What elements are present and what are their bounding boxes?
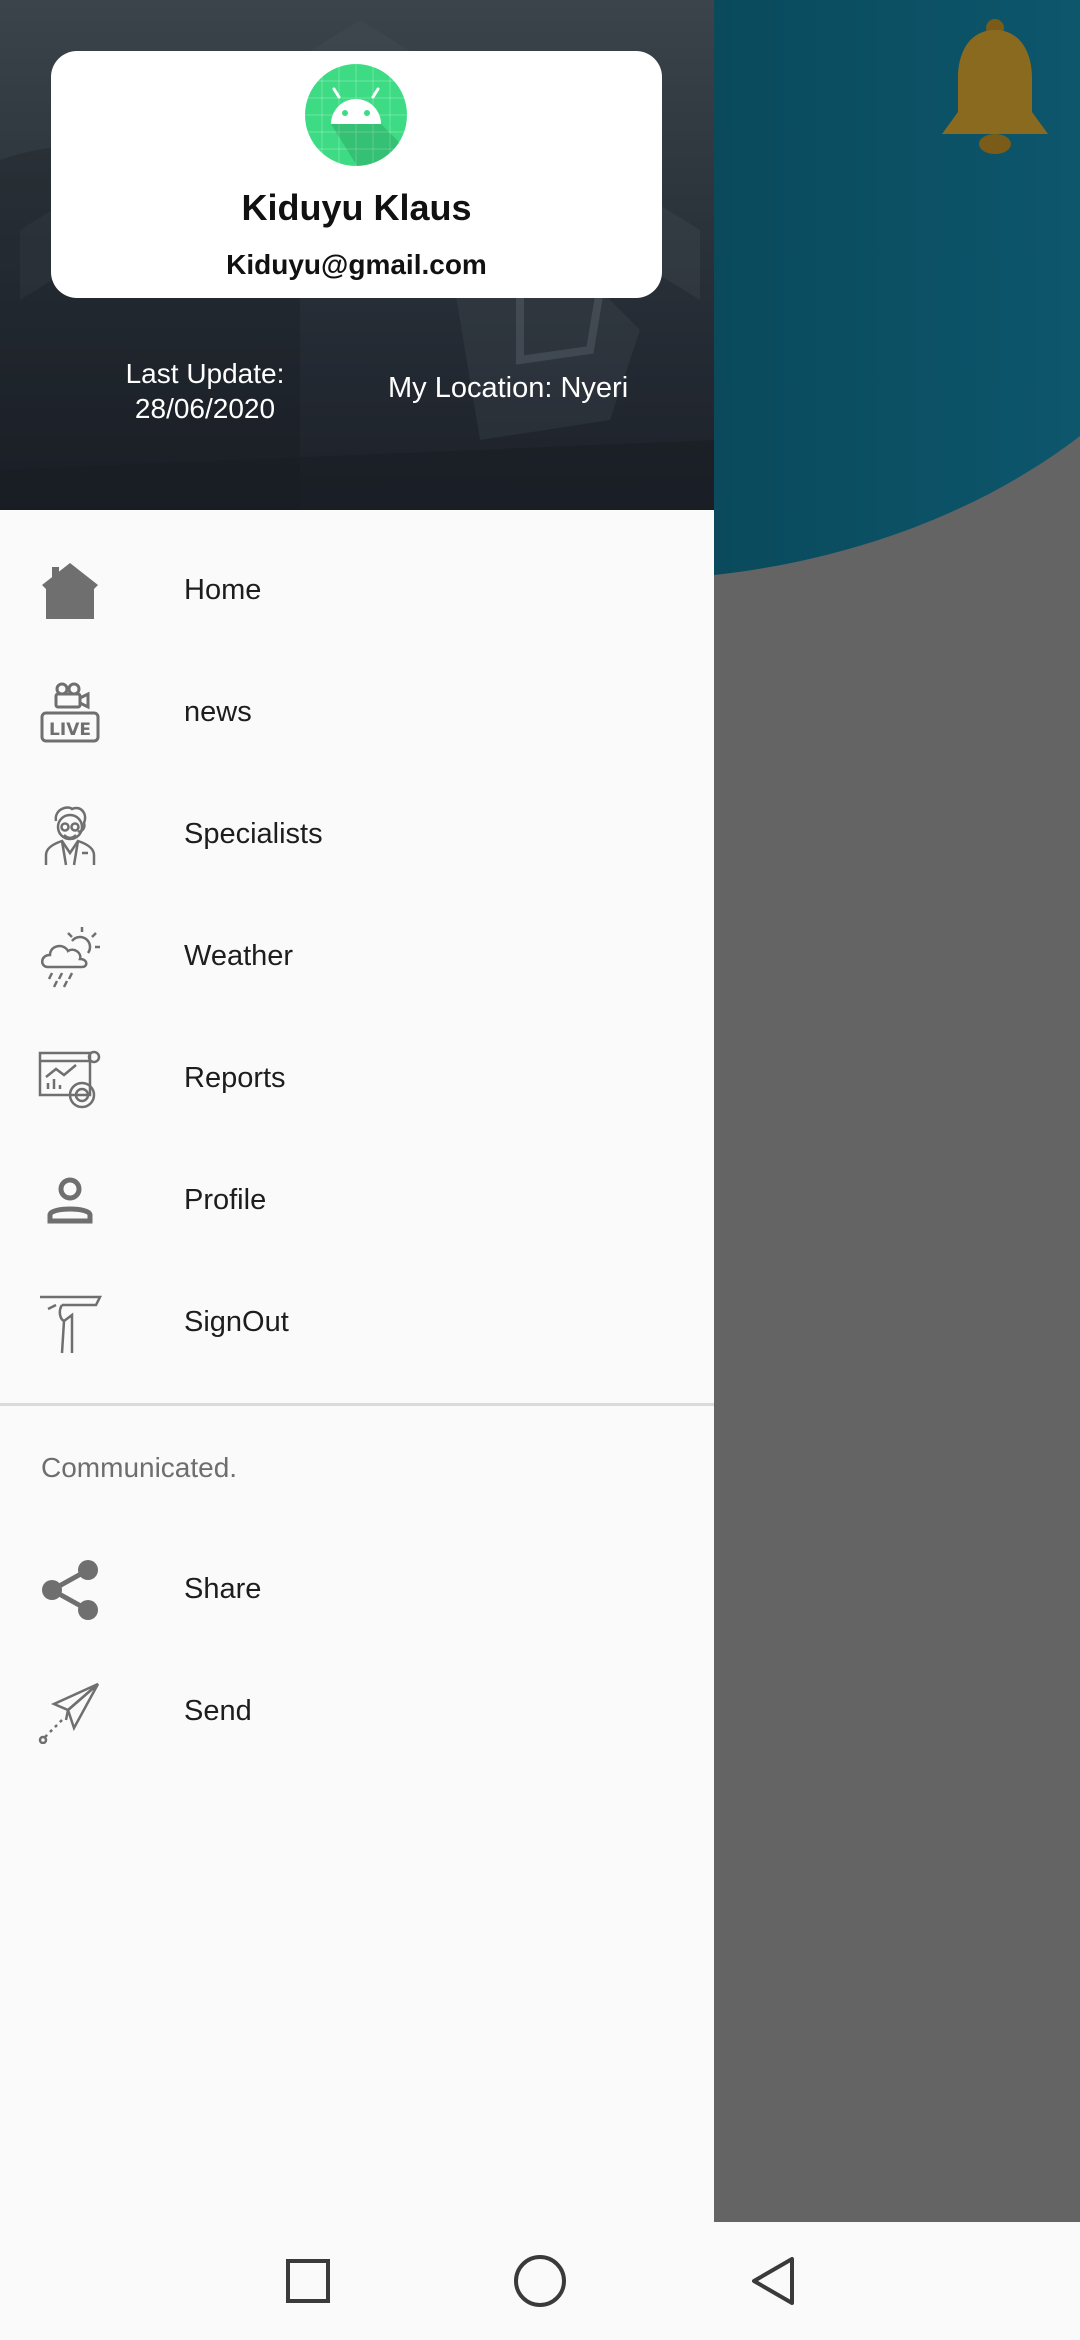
menu-item-send[interactable]: Send [0, 1651, 714, 1773]
menu-label: Home [184, 574, 262, 606]
live-camera-icon: LIVE [40, 682, 100, 743]
last-update-date: 28/06/2020 [134, 393, 276, 424]
menu-label: Reports [184, 1062, 286, 1094]
menu-label: SignOut [184, 1306, 289, 1338]
system-navigation-bar [0, 2222, 1080, 2340]
menu-item-profile[interactable]: Profile [0, 1140, 714, 1262]
section-title: Communicated. [41, 1452, 238, 1483]
menu-item-share[interactable]: Share [0, 1529, 714, 1651]
recents-icon[interactable] [276, 2249, 340, 2313]
share-icon [42, 1560, 98, 1620]
menu-item-weather[interactable]: Weather [0, 896, 714, 1018]
weather-cloud-icon [41, 927, 100, 988]
signout-hand-icon [40, 1295, 102, 1354]
drawer-menu: Home LIVE news Specialists Weather Repor… [0, 530, 714, 1384]
menu-item-reports[interactable]: Reports [0, 1018, 714, 1140]
person-icon [47, 1177, 93, 1224]
report-chart-icon [38, 1050, 101, 1109]
menu-label: news [184, 696, 252, 728]
last-update: Last Update: 28/06/2020 [90, 356, 320, 426]
location-text: My Location: Nyeri [388, 372, 629, 404]
home-icon [42, 563, 98, 619]
menu-label: Share [184, 1573, 262, 1605]
menu-label: Weather [184, 940, 294, 972]
menu-label: Profile [184, 1184, 267, 1216]
menu-item-news[interactable]: LIVE news [0, 652, 714, 774]
menu-item-signout[interactable]: SignOut [0, 1262, 714, 1384]
drawer-header: Kiduyu Klaus Kiduyu@gmail.com Last Updat… [0, 0, 714, 510]
back-triangle-icon[interactable] [740, 2249, 804, 2313]
last-update-label: Last Update: [125, 358, 285, 389]
menu-divider [0, 1403, 714, 1406]
home-circle-icon[interactable] [508, 2249, 572, 2313]
doctor-icon [44, 806, 96, 866]
menu-label: Send [184, 1695, 252, 1727]
menu-item-home[interactable]: Home [0, 530, 714, 652]
profile-card[interactable]: Kiduyu Klaus Kiduyu@gmail.com [51, 51, 662, 298]
svg-text:LIVE: LIVE [49, 720, 91, 740]
menu-item-specialists[interactable]: Specialists [0, 774, 714, 896]
communicate-menu: Share Send [0, 1529, 714, 1773]
notification-bell-icon[interactable] [930, 16, 1060, 156]
paper-plane-icon [38, 1682, 100, 1744]
user-name: Kiduyu Klaus [241, 187, 472, 228]
user-email: Kiduyu@gmail.com [226, 249, 487, 280]
navigation-drawer: Kiduyu Klaus Kiduyu@gmail.com Last Updat… [0, 0, 714, 2222]
menu-label: Specialists [184, 818, 323, 850]
android-avatar-icon[interactable] [305, 64, 407, 166]
